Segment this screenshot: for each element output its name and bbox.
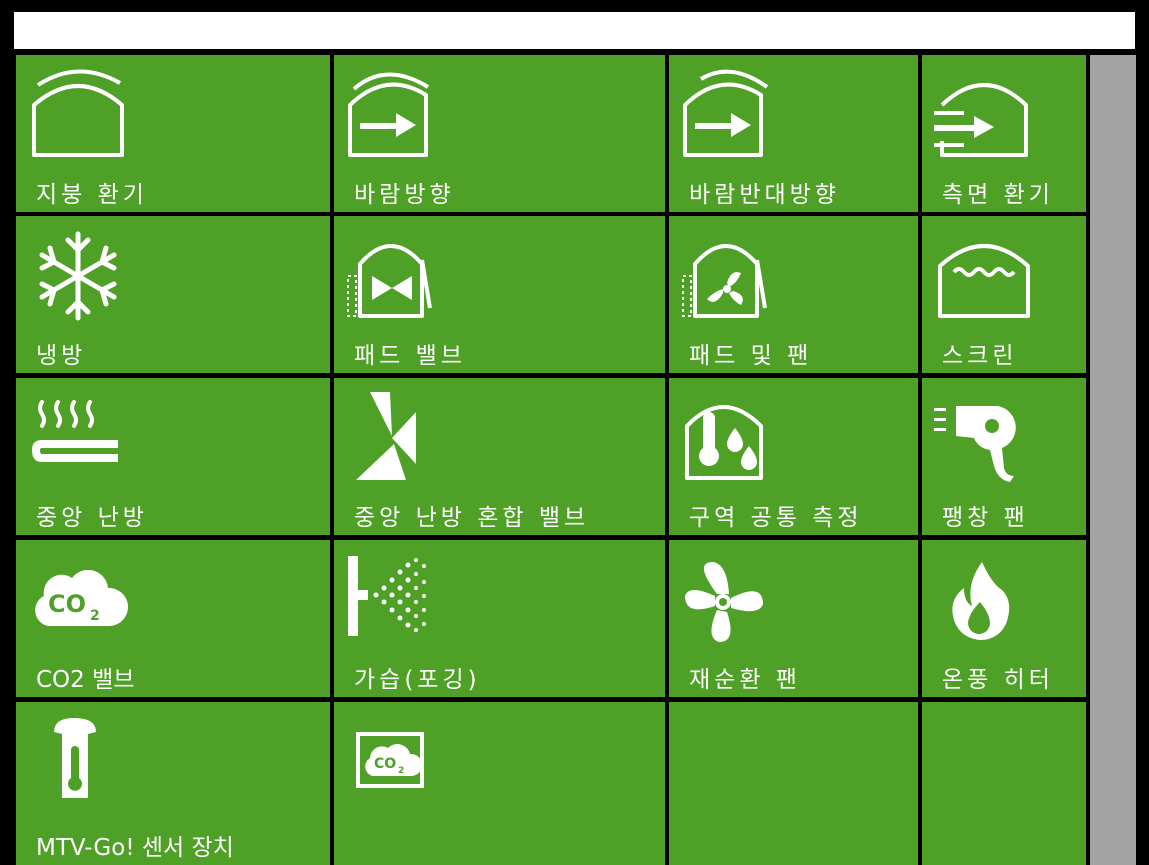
zone-measurement-icon: [681, 388, 781, 488]
tile-pad-valve[interactable]: 패드 밸브: [334, 216, 665, 373]
wind-opposite-icon: [681, 65, 781, 165]
flame-icon: [934, 550, 1034, 650]
tile-label: 측면 환기: [942, 182, 1054, 208]
tile-co2-box[interactable]: CO 2: [334, 702, 665, 865]
tile-empty-2: [922, 702, 1086, 865]
expansion-fan-icon: [934, 388, 1034, 488]
tile-wind-opposite[interactable]: 바람반대방향: [669, 55, 918, 212]
tile-central-heating[interactable]: 중앙 난방: [16, 378, 330, 535]
tile-roof-vent[interactable]: 지붕 환기: [16, 55, 330, 212]
tile-label: CO2 밸브: [36, 667, 135, 693]
tile-empty-1: [669, 702, 918, 865]
pad-valve-icon: [346, 226, 446, 326]
tile-label: MTV-Go! 센서 장치: [36, 835, 234, 861]
tile-mixing-valve[interactable]: 중앙 난방 혼합 밸브: [334, 378, 665, 535]
tile-label: 패드 밸브: [354, 343, 466, 369]
recirculation-fan-icon: [681, 550, 781, 650]
tile-recirculation-fan[interactable]: 재순환 팬: [669, 540, 918, 697]
side-vent-icon: [934, 65, 1034, 165]
mixing-valve-icon: [346, 388, 446, 488]
tile-label: 가습(포깅): [354, 667, 481, 693]
tile-pad-and-fan[interactable]: 패드 및 팬: [669, 216, 918, 373]
tile-label: 중앙 난방: [36, 505, 148, 531]
tile-mtv-go-sensor[interactable]: MTV-Go! 센서 장치: [16, 702, 330, 865]
tile-label: 냉방: [36, 343, 87, 369]
tile-label: 패드 및 팬: [689, 343, 813, 369]
tile-label: 구역 공통 측정: [689, 505, 863, 531]
svg-text:CO: CO: [48, 590, 86, 618]
tile-cooling[interactable]: 냉방: [16, 216, 330, 373]
tile-label: 스크린: [942, 343, 1018, 369]
sensor-box-icon: [28, 712, 128, 812]
roof-vent-icon: [28, 65, 128, 165]
tile-hot-air-heater[interactable]: 온풍 히터: [922, 540, 1086, 697]
wind-direction-icon: [346, 65, 446, 165]
tile-expansion-fan[interactable]: 팽창 팬: [922, 378, 1086, 535]
tile-side-vent[interactable]: 측면 환기: [922, 55, 1086, 212]
tile-label: 재순환 팬: [689, 667, 801, 693]
tile-zone-measurement[interactable]: 구역 공통 측정: [669, 378, 918, 535]
fogging-spray-icon: [346, 550, 446, 650]
scrollbar[interactable]: [1090, 55, 1136, 865]
tile-label: 지붕 환기: [36, 182, 148, 208]
tile-label: 팽창 팬: [942, 505, 1029, 531]
co2-box-icon: CO 2: [346, 712, 446, 812]
svg-text:CO: CO: [374, 756, 396, 772]
svg-text:2: 2: [398, 766, 404, 776]
pad-fan-icon: [681, 226, 781, 326]
tile-wind-direction[interactable]: 바람방향: [334, 55, 665, 212]
tile-screen[interactable]: 스크린: [922, 216, 1086, 373]
tile-label: 바람반대방향: [689, 182, 840, 208]
svg-text:2: 2: [90, 608, 100, 624]
tile-fogging[interactable]: 가습(포깅): [334, 540, 665, 697]
screen-icon: [934, 226, 1034, 326]
tile-label: 중앙 난방 혼합 밸브: [354, 505, 590, 531]
snowflake-icon: [28, 226, 128, 326]
header-bar: [14, 12, 1135, 49]
central-heating-icon: [28, 388, 128, 488]
tile-label: 바람방향: [354, 182, 455, 208]
tile-co2-valve[interactable]: CO 2 CO2 밸브: [16, 540, 330, 697]
tile-label: 온풍 히터: [942, 667, 1054, 693]
co2-cloud-icon: CO 2: [28, 550, 128, 650]
